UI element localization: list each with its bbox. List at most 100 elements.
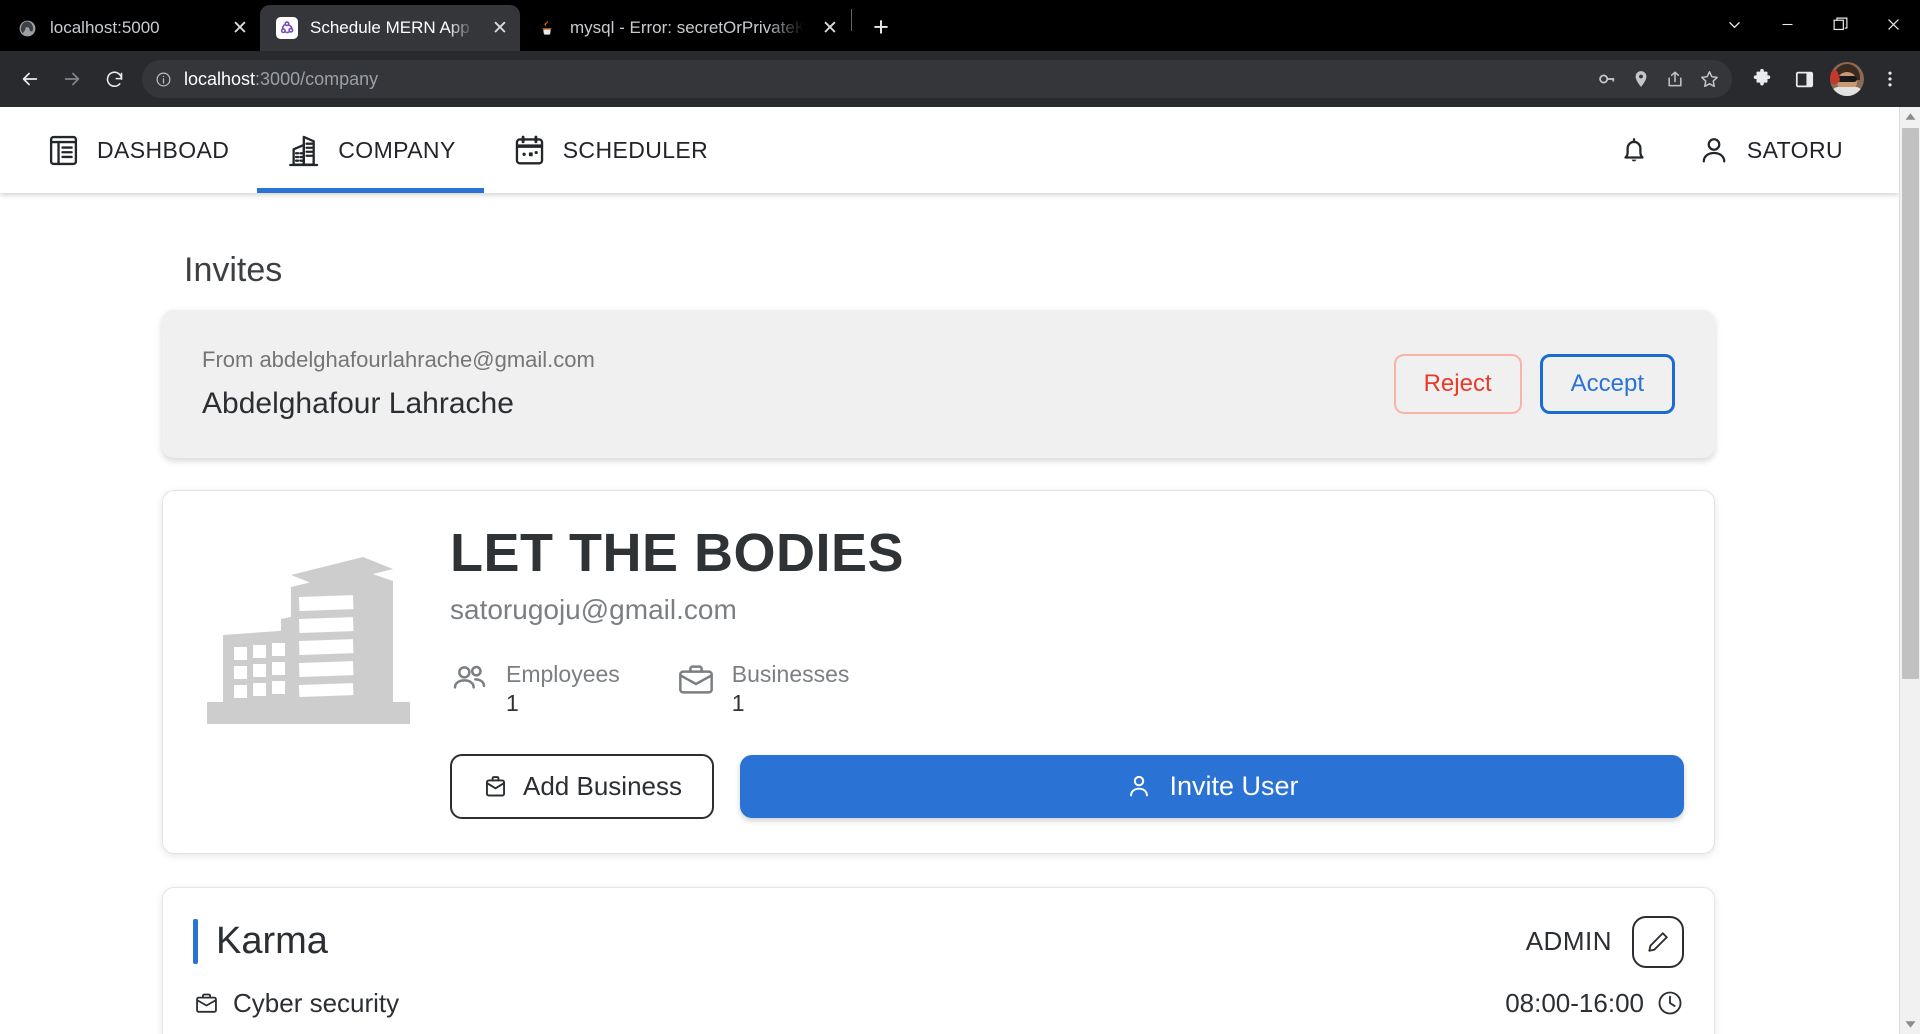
business-category-label: Cyber security — [233, 987, 400, 1018]
invite-user-label: Invite User — [1169, 770, 1299, 801]
invite-sender-name: Abdelghafour Lahrache — [202, 387, 514, 420]
reload-icon[interactable] — [94, 59, 134, 99]
invite-actions: Reject Accept — [1393, 354, 1675, 414]
company-stats: Employees 1 Businesses 1 — [450, 660, 1684, 718]
reject-button[interactable]: Reject — [1393, 354, 1522, 414]
browser-tab-3[interactable]: mysql - Error: secretOrPrivateKey ✕ — [520, 5, 850, 51]
omnibox-actions — [1590, 62, 1726, 96]
scrollbar-track[interactable] — [1900, 126, 1920, 1015]
page-content: Invites From abdelghafourlahrache@gmail.… — [0, 251, 1899, 1034]
browser-tab-2[interactable]: Schedule MERN App ✕ — [260, 5, 520, 51]
page-scrollbar[interactable] — [1899, 107, 1920, 1034]
site-info-icon[interactable] — [148, 64, 178, 94]
business-name: Karma — [216, 920, 328, 963]
person-icon — [1125, 772, 1153, 800]
business-header: Karma ADMIN — [193, 915, 1684, 968]
invites-title: Invites — [184, 251, 283, 289]
redux-icon — [276, 17, 298, 39]
password-key-icon[interactable] — [1590, 62, 1624, 96]
person-icon — [1697, 133, 1731, 167]
nav-item-company[interactable]: COMPANY — [257, 107, 485, 193]
scrollbar-thumb[interactable] — [1901, 128, 1919, 680]
nav-item-label: DASHBOAD — [97, 136, 230, 163]
calendar-icon — [512, 133, 547, 168]
minimize-icon[interactable] — [1761, 0, 1814, 48]
location-pin-icon[interactable] — [1624, 62, 1658, 96]
tab-title: mysql - Error: secretOrPrivateKey — [570, 18, 804, 37]
briefcase-icon — [676, 660, 716, 700]
browser-window: localhost:5000 ✕ Schedule MERN App ✕ mys… — [0, 0, 1920, 1034]
nav-item-scheduler[interactable]: SCHEDULER — [484, 107, 736, 193]
scroll-down-arrow-icon[interactable] — [1900, 1015, 1920, 1034]
stat-text: Businesses 1 — [732, 660, 850, 718]
business-header-right: ADMIN — [1525, 915, 1684, 968]
business-hours-label: 08:00-16:00 — [1505, 987, 1644, 1018]
bookmark-star-icon[interactable] — [1692, 62, 1726, 96]
business-category: Cyber security — [193, 988, 399, 1019]
stat-text: Employees 1 — [506, 660, 620, 718]
url-path: :3000/company — [255, 68, 379, 89]
tab-title: localhost:5000 — [50, 18, 160, 37]
company-email: satorugoju@gmail.com — [450, 594, 737, 626]
company-name: LET THE BODIES — [450, 523, 905, 583]
chrome-menu-icon[interactable] — [1870, 59, 1910, 99]
close-icon[interactable]: ✕ — [486, 14, 514, 42]
stat-businesses: Businesses 1 — [676, 660, 850, 718]
add-business-button[interactable]: Add Business — [450, 753, 714, 819]
browser-tab-1[interactable]: localhost:5000 ✕ — [0, 5, 260, 51]
share-icon[interactable] — [1658, 62, 1692, 96]
page-viewport: DASHBOAD COMPANY SCHEDULER SATORU Invite… — [0, 107, 1920, 1034]
tab-strip: localhost:5000 ✕ Schedule MERN App ✕ mys… — [0, 0, 1920, 51]
nav-right: SATORU — [1617, 133, 1899, 167]
tab-search-icon[interactable] — [1708, 0, 1761, 48]
briefcase-icon — [193, 990, 220, 1017]
app-navbar: DASHBOAD COMPANY SCHEDULER SATORU — [0, 107, 1899, 193]
clock-icon — [1656, 989, 1684, 1017]
address-bar[interactable]: localhost:3000/company — [142, 60, 1732, 98]
new-tab-button[interactable]: + — [861, 7, 901, 47]
pencil-icon — [1645, 929, 1671, 955]
stat-label: Employees — [506, 661, 620, 688]
nav-item-dashboard[interactable]: DASHBOAD — [18, 107, 257, 193]
office-buildings-illustration — [193, 525, 428, 732]
business-role-badge: ADMIN — [1525, 926, 1612, 957]
tab-title: Schedule MERN App — [310, 18, 470, 37]
business-name-wrap: Karma — [193, 919, 328, 965]
close-window-icon[interactable] — [1867, 0, 1920, 48]
briefcase-icon — [482, 773, 509, 800]
browser-toolbar: localhost:3000/company — [0, 51, 1920, 107]
stat-value: 1 — [506, 689, 519, 716]
globe-icon — [16, 17, 38, 39]
close-icon[interactable]: ✕ — [816, 14, 844, 42]
maximize-icon[interactable] — [1814, 0, 1867, 48]
company-info: LET THE BODIES satorugoju@gmail.com Empl… — [450, 523, 1684, 819]
stat-employees: Employees 1 — [450, 660, 620, 718]
java-icon — [536, 17, 558, 39]
nav-items: DASHBOAD COMPANY SCHEDULER — [0, 107, 736, 193]
add-business-label: Add Business — [523, 770, 682, 801]
close-icon[interactable]: ✕ — [226, 14, 254, 42]
nav-item-label: COMPANY — [338, 136, 456, 163]
business-details: Cyber security 08:00-16:00 — [193, 988, 1684, 1019]
back-icon[interactable] — [10, 59, 50, 99]
extensions-puzzle-icon[interactable] — [1742, 59, 1782, 99]
profile-avatar[interactable] — [1830, 62, 1864, 96]
business-accent-bar — [193, 919, 198, 965]
business-hours: 08:00-16:00 — [1505, 988, 1684, 1019]
side-panel-icon[interactable] — [1784, 59, 1824, 99]
business-card: Karma ADMIN Cyber security 08:00-16:00 — [162, 886, 1715, 1034]
user-name: SATORU — [1746, 136, 1843, 163]
company-actions: Add Business Invite User — [450, 753, 1684, 819]
invite-user-button[interactable]: Invite User — [739, 754, 1684, 818]
scroll-up-arrow-icon[interactable] — [1900, 107, 1920, 126]
invite-info: From abdelghafourlahrache@gmail.com Abde… — [202, 347, 595, 421]
bell-icon[interactable] — [1617, 133, 1651, 167]
edit-business-button[interactable] — [1632, 915, 1684, 968]
nav-item-label: SCHEDULER — [562, 136, 709, 163]
tab-divider — [851, 8, 852, 31]
accept-button[interactable]: Accept — [1539, 354, 1675, 414]
url-host: localhost — [184, 68, 256, 89]
forward-icon[interactable] — [52, 59, 92, 99]
user-menu[interactable]: SATORU — [1697, 133, 1843, 167]
company-building-icon — [285, 132, 322, 169]
